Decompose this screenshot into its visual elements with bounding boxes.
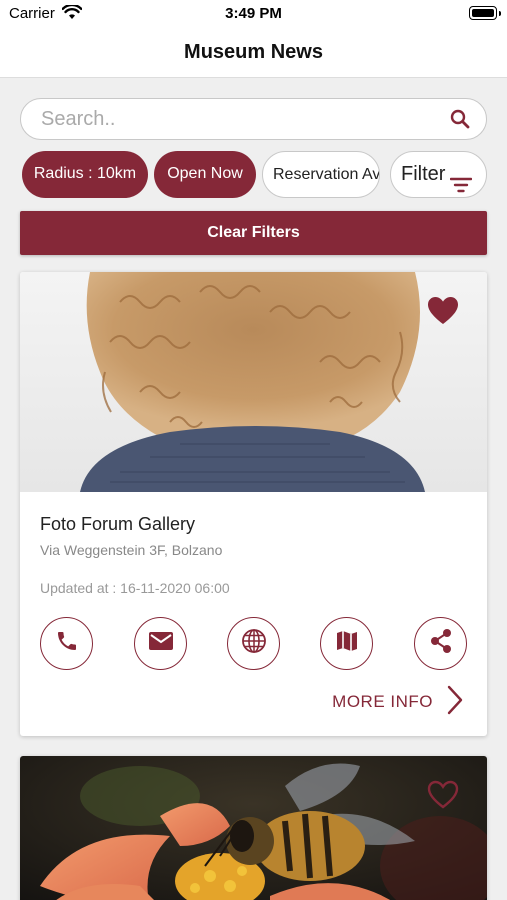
radius-chip[interactable]: Radius : 10km xyxy=(22,151,148,198)
status-bar: Carrier 3:49 PM xyxy=(0,0,507,30)
museum-card[interactable] xyxy=(20,756,487,900)
filter-label: Filter xyxy=(401,163,446,185)
open-now-chip[interactable]: Open Now xyxy=(154,151,256,198)
card-image xyxy=(20,756,487,900)
card-address: Via Weggenstein 3F, Bolzano xyxy=(40,542,223,558)
website-button[interactable] xyxy=(227,617,280,670)
card-actions xyxy=(20,617,487,671)
more-info-label: MORE INFO xyxy=(332,692,433,711)
page-title: Museum News xyxy=(184,41,323,63)
favorite-heart-icon[interactable] xyxy=(427,780,459,815)
globe-icon xyxy=(241,628,267,659)
card-title: Foto Forum Gallery xyxy=(40,514,196,534)
chevron-right-icon xyxy=(447,685,463,720)
filter-icon xyxy=(449,166,473,197)
card-updated-timestamp: Updated at : 16-11-2020 06:00 xyxy=(40,580,230,596)
call-button[interactable] xyxy=(40,617,93,670)
clock: 3:49 PM xyxy=(225,5,282,22)
clear-filters-button[interactable]: Clear Filters xyxy=(20,211,487,255)
battery-icon xyxy=(469,6,501,20)
search-icon[interactable] xyxy=(450,109,470,134)
share-icon xyxy=(429,628,453,659)
search-input[interactable] xyxy=(41,107,441,131)
museum-card[interactable]: Foto Forum Gallery Via Weggenstein 3F, B… xyxy=(20,272,487,736)
filter-button[interactable]: Filter xyxy=(390,151,487,198)
phone-icon xyxy=(55,629,79,658)
more-info-link[interactable]: MORE INFO xyxy=(332,685,463,719)
card-image xyxy=(20,272,487,492)
map-button[interactable] xyxy=(320,617,373,670)
reservation-chip[interactable]: Reservation Av xyxy=(262,151,380,198)
search-bar xyxy=(20,98,487,140)
nav-bar: Museum News xyxy=(0,30,507,78)
favorite-heart-icon[interactable] xyxy=(427,296,459,331)
map-icon xyxy=(335,629,359,658)
email-button[interactable] xyxy=(134,617,187,670)
filter-chips: Radius : 10km Open Now Reservation Av Fi… xyxy=(20,151,487,199)
mail-icon xyxy=(148,631,174,656)
share-button[interactable] xyxy=(414,617,467,670)
